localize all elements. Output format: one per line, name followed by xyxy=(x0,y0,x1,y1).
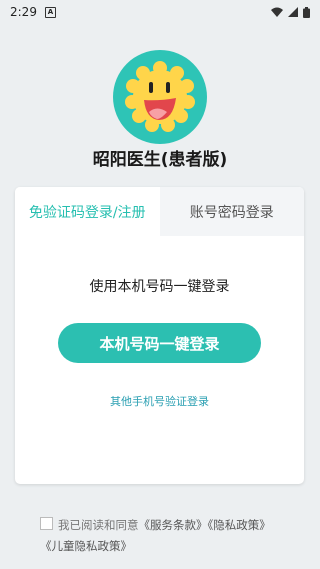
agreement-section: 我已阅读和同意《服务条款》《隐私政策》 《儿童隐私政策》 xyxy=(40,515,310,557)
login-card: 免验证码登录/注册 账号密码登录 使用本机号码一键登录 本机号码一键登录 其他手… xyxy=(15,187,304,484)
app-logo xyxy=(113,50,207,144)
login-tabs: 免验证码登录/注册 账号密码登录 xyxy=(15,187,304,236)
app-title: 昭阳医生(患者版) xyxy=(92,150,228,170)
other-phone-login-link[interactable]: 其他手机号验证登录 xyxy=(15,393,304,409)
privacy-policy-link[interactable]: 《隐私政策》 xyxy=(208,518,271,532)
status-bar: 2:29 A xyxy=(0,0,320,24)
service-terms-link[interactable]: 《服务条款》 xyxy=(139,518,208,532)
one-click-prompt: 使用本机号码一键登录 xyxy=(89,279,230,295)
child-privacy-link[interactable]: 《儿童隐私政策》 xyxy=(40,539,132,553)
wifi-icon xyxy=(271,7,283,17)
agreement-prefix: 我已阅读和同意 xyxy=(58,518,139,532)
tab-password-login[interactable]: 账号密码登录 xyxy=(159,187,304,236)
status-time: 2:29 xyxy=(10,5,37,19)
signal-icon xyxy=(288,7,298,17)
agreement-checkbox[interactable] xyxy=(40,517,53,530)
battery-icon xyxy=(303,6,310,18)
tab-sms-login[interactable]: 免验证码登录/注册 xyxy=(15,187,160,236)
one-click-login-button[interactable]: 本机号码一键登录 xyxy=(58,323,261,363)
notification-icon: A xyxy=(44,6,56,18)
